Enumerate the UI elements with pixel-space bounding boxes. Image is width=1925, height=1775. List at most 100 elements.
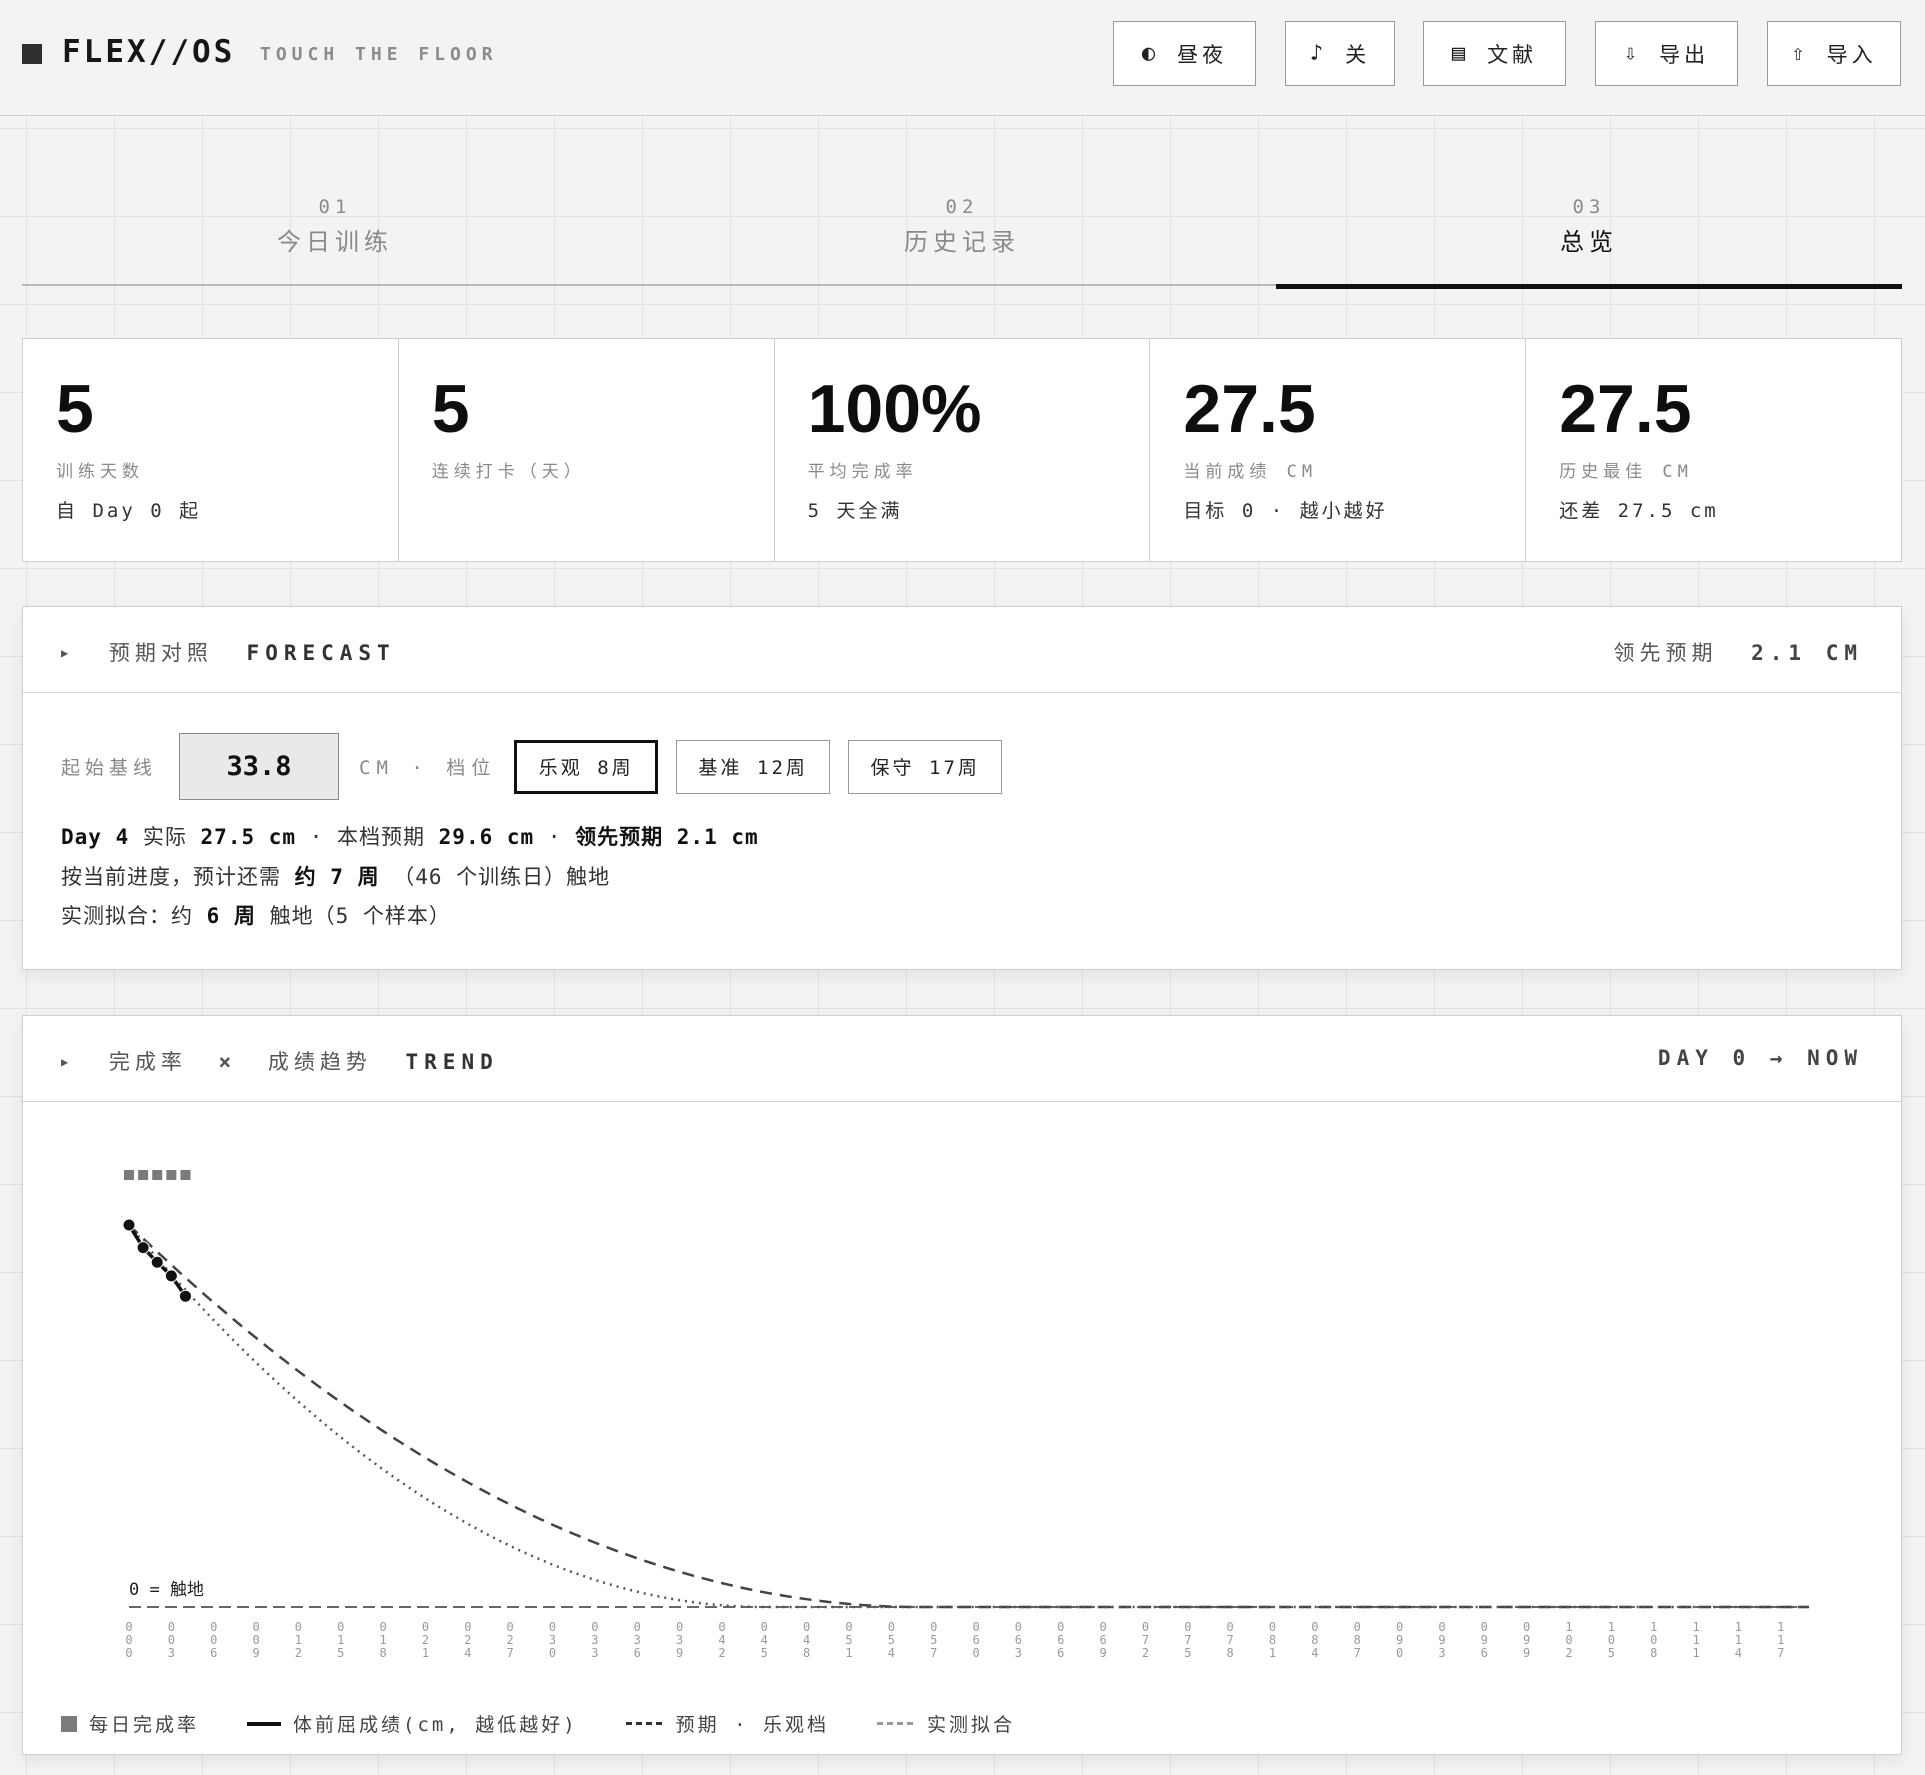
baseline-input[interactable] <box>179 733 340 800</box>
references-button[interactable]: ▤ 文献 <box>1423 21 1566 86</box>
fit-weeks: 6 周 <box>206 904 256 928</box>
x-tick-label: 102 <box>1565 1620 1572 1660</box>
lead-value: 2.1 cm <box>676 825 759 849</box>
app-header: FLEX//OS TOUCH THE FLOOR ◐ 昼夜 ♪ 关 ▤ 文献 ⇩… <box>0 0 1925 116</box>
stat-value: 5 <box>56 371 94 447</box>
button-label: 导入 <box>1826 42 1877 67</box>
x-tick-label: 093 <box>1438 1620 1445 1660</box>
x-tick-label: 111 <box>1692 1620 1699 1660</box>
stat-value: 27.5 <box>1183 371 1316 447</box>
eta-prefix: 按当前进度，预计还需 <box>61 865 281 889</box>
completion-bar <box>180 1170 191 1180</box>
x-tick-label: 018 <box>380 1620 387 1660</box>
x-tick-label: 036 <box>634 1620 641 1660</box>
completion-bar <box>166 1170 177 1180</box>
tier-name: 乐观 <box>538 757 583 779</box>
import-button[interactable]: ⇧ 导入 <box>1767 21 1901 86</box>
tab-number: 02 <box>945 196 979 218</box>
stat-label: 训练天数 <box>56 462 144 482</box>
x-tick-label: 096 <box>1481 1620 1488 1660</box>
completion-bar <box>138 1170 149 1180</box>
tier-name: 基准 <box>698 757 743 779</box>
stat-streak: 5 连续打卡（天） <box>399 339 775 561</box>
sound-toggle-button[interactable]: ♪ 关 <box>1285 21 1395 86</box>
x-tick-label: 012 <box>295 1620 302 1660</box>
legend-item-expected: 预期 · 乐观档 <box>625 1710 829 1737</box>
legend-item-score: 体前屈成绩(cm, 越低越好) <box>247 1710 578 1737</box>
fit-prefix: 实测拟合：约 <box>61 904 193 928</box>
forecast-controls: 起始基线 CM · 档位 乐观 8周 基准 12周 保守 17周 <box>61 733 1003 800</box>
legend-label: 体前屈成绩(cm, 越低越好) <box>293 1714 578 1736</box>
baseline-label: 起始基线 <box>61 757 158 779</box>
actual-label: 实际 <box>142 825 187 849</box>
x-tick-label: 063 <box>1015 1620 1022 1660</box>
trend-title-en: TREND <box>405 1050 499 1074</box>
x-tick-label: 108 <box>1650 1620 1657 1660</box>
x-tick-label: 081 <box>1269 1620 1276 1660</box>
completion-bar <box>152 1170 163 1180</box>
chart-legend: 每日完成率 体前屈成绩(cm, 越低越好) 预期 · 乐观档 实测拟合 <box>61 1710 1063 1737</box>
x-tick-label: 039 <box>676 1620 683 1660</box>
x-tick-label: 006 <box>210 1620 217 1660</box>
forecast-lead: 领先预期 2.1 CM <box>1613 637 1863 667</box>
trend-title-cn-b: 成绩趋势 <box>267 1050 372 1074</box>
tab-today-training[interactable]: 01 今日训练 <box>22 190 648 286</box>
x-tick-label: 117 <box>1777 1620 1784 1660</box>
tab-number: 03 <box>1572 196 1606 218</box>
document-icon: ▤ <box>1451 41 1470 66</box>
separator-dot: · <box>547 825 576 849</box>
tier-conservative-button[interactable]: 保守 17周 <box>848 739 1003 794</box>
tab-label: 历史记录 <box>904 228 1020 256</box>
zero-line-label: 0 = 触地 <box>129 1580 204 1600</box>
eta-suffix: （46 个训练日）触地 <box>393 865 611 889</box>
x-tick-label: 078 <box>1227 1620 1234 1660</box>
x-tick-label: 087 <box>1354 1620 1361 1660</box>
tier-weeks: 17周 <box>929 757 980 779</box>
tab-overview[interactable]: 03 总览 <box>1276 190 1902 289</box>
tier-baseline-button[interactable]: 基准 12周 <box>676 739 831 794</box>
legend-item-fit: 实测拟合 <box>876 1710 1015 1737</box>
stat-label: 平均完成率 <box>807 462 918 482</box>
x-tick-label: 024 <box>464 1620 471 1660</box>
stat-sub: 5 天全满 <box>807 500 903 522</box>
triangle-right-icon: ▶ <box>61 1055 74 1069</box>
forecast-summary-line: Day 4 实际 27.5 cm · 本档预期 29.6 cm · 领先预期 2… <box>61 821 759 851</box>
forecast-title-cn: 预期对照 <box>108 641 213 665</box>
x-tick-label: 042 <box>718 1620 725 1660</box>
x-tick-label: 051 <box>845 1620 852 1660</box>
legend-label: 实测拟合 <box>926 1714 1015 1736</box>
tier-weeks: 12周 <box>757 757 808 779</box>
lead-label: 领先预期 <box>575 825 664 849</box>
x-tick-label: 033 <box>591 1620 598 1660</box>
tab-number: 01 <box>318 196 352 218</box>
tab-label: 总览 <box>1560 228 1618 256</box>
export-button[interactable]: ⇩ 导出 <box>1595 21 1738 86</box>
separator-dot: · <box>309 825 337 849</box>
completion-bar <box>124 1170 134 1180</box>
legend-label: 每日完成率 <box>89 1714 200 1736</box>
x-tick-label: 021 <box>422 1620 429 1660</box>
legend-swatch-box <box>61 1715 77 1732</box>
stat-sub: 还差 27.5 cm <box>1559 500 1719 522</box>
score-point <box>178 1289 192 1303</box>
x-tick-label: 009 <box>252 1620 259 1660</box>
legend-swatch-dash <box>876 1722 913 1725</box>
x-tick-label: 057 <box>930 1620 937 1660</box>
contrast-icon: ◐ <box>1141 41 1160 66</box>
forecast-panel-header: ▶ 预期对照 FORECAST 领先预期 2.1 CM <box>23 607 1901 693</box>
day-night-toggle-button[interactable]: ◐ 昼夜 <box>1113 21 1256 86</box>
logo-square-icon <box>22 44 42 64</box>
tab-history[interactable]: 02 历史记录 <box>649 190 1275 286</box>
x-tick-label: 084 <box>1311 1620 1318 1660</box>
trend-range: DAY 0 → NOW <box>1658 1046 1863 1070</box>
score-point <box>164 1269 178 1283</box>
forecast-lead-value: 2.1 CM <box>1751 641 1863 665</box>
music-note-icon: ♪ <box>1309 41 1328 66</box>
upload-arrow-icon: ⇧ <box>1791 41 1809 66</box>
tier-optimistic-button[interactable]: 乐观 8周 <box>514 739 659 794</box>
stat-current-score: 27.5 当前成绩 CM 目标 0 · 越小越好 <box>1150 339 1527 561</box>
tier-weeks: 8周 <box>597 757 634 779</box>
x-tick-label: 105 <box>1608 1620 1615 1660</box>
x-tick-label: 015 <box>337 1620 344 1660</box>
x-tick-label: 030 <box>549 1620 556 1660</box>
